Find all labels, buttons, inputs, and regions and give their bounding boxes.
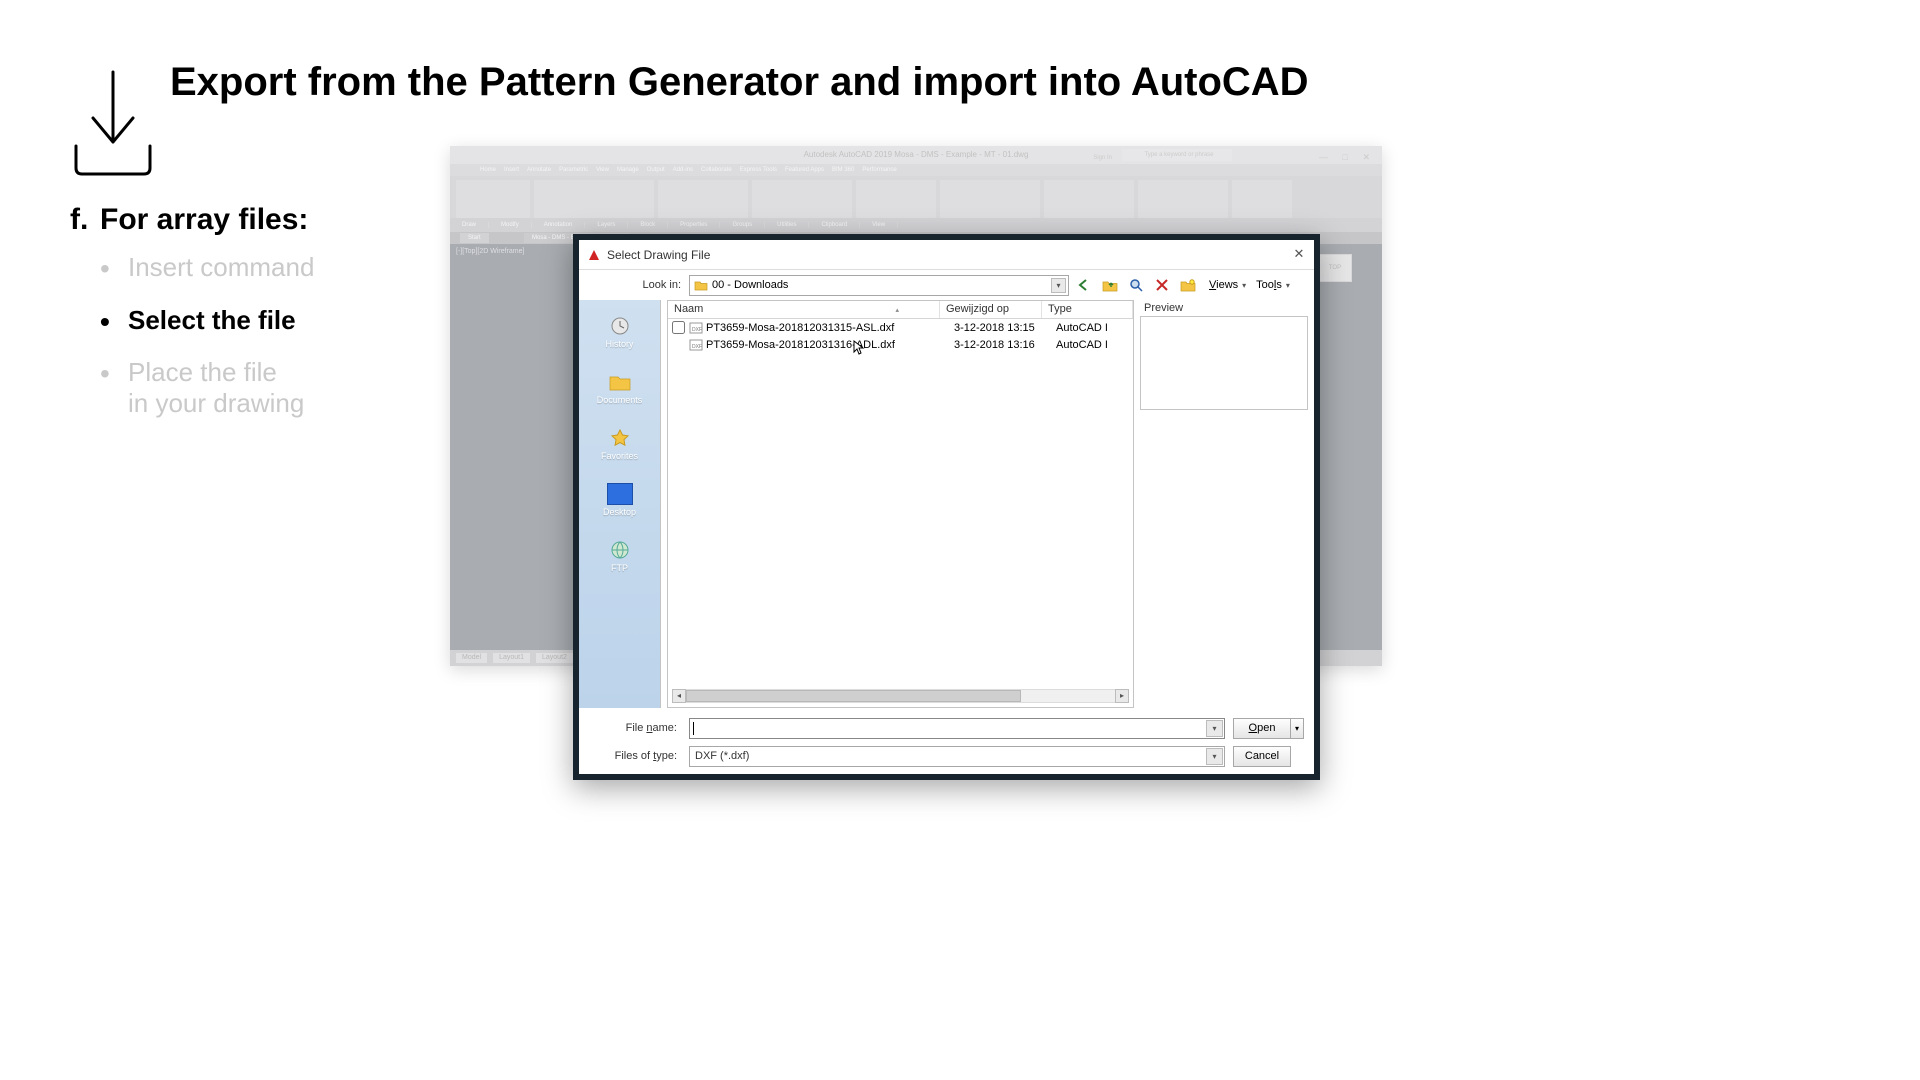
chevron-down-icon[interactable]: ▾ <box>1051 278 1066 293</box>
dialog-titlebar[interactable]: Select Drawing File ✕ <box>579 240 1314 270</box>
file-row[interactable]: DXF PT3659-Mosa-201812031315-ASL.dxf 3-1… <box>668 319 1133 336</box>
horizontal-scrollbar[interactable]: ◂ ▸ <box>672 689 1129 703</box>
tools-menu[interactable]: Tools <box>1256 279 1282 291</box>
scroll-track[interactable] <box>686 689 1115 703</box>
filename-label: File name: <box>589 722 685 734</box>
sort-asc-icon: ▴ <box>895 306 899 314</box>
places-documents[interactable]: Documents <box>584 362 656 414</box>
preview-box <box>1140 316 1308 410</box>
column-date[interactable]: Gewijzigd op <box>940 301 1042 318</box>
lookin-value: 00 - Downloads <box>712 279 788 291</box>
preview-label: Preview <box>1140 300 1308 316</box>
views-menu[interactable]: Views <box>1209 279 1238 291</box>
chevron-down-icon[interactable]: ▾ <box>1286 281 1290 290</box>
chevron-down-icon[interactable]: ▾ <box>1242 281 1246 290</box>
places-favorites[interactable]: Favorites <box>584 418 656 470</box>
autocad-ribbon-labels: DrawModifyAnnotationLayersBlockPropertie… <box>450 218 1382 232</box>
delete-button[interactable] <box>1151 275 1173 295</box>
filetype-label: Files of type: <box>589 750 685 762</box>
file-type: AutoCAD I <box>1056 339 1133 351</box>
places-ftp[interactable]: FTP <box>584 530 656 582</box>
dxf-file-icon: DXF <box>689 322 703 334</box>
dialog-title: Select Drawing File <box>607 248 710 262</box>
scroll-thumb[interactable] <box>686 690 1021 702</box>
preview-pane: Preview <box>1140 300 1308 708</box>
filetype-select[interactable]: DXF (*.dxf) ▾ <box>689 746 1225 767</box>
up-folder-button[interactable] <box>1099 275 1121 295</box>
file-name: PT3659-Mosa-201812031316-ADL.dxf <box>706 339 954 351</box>
column-type[interactable]: Type <box>1042 301 1133 318</box>
scroll-right-button[interactable]: ▸ <box>1115 689 1129 703</box>
autocad-titlebar: Autodesk AutoCAD 2019 Mosa - DMS - Examp… <box>450 146 1382 164</box>
new-folder-button[interactable] <box>1177 275 1199 295</box>
step-letter: f. <box>70 203 88 237</box>
page-title: Export from the Pattern Generator and im… <box>170 60 1309 105</box>
step-title: For array files: <box>100 203 308 237</box>
autocad-menubar[interactable]: HomeInsertAnnotateParametricViewManageOu… <box>450 164 1382 176</box>
view-cube[interactable]: TOP <box>1318 254 1352 282</box>
chevron-down-icon[interactable]: ▾ <box>1206 720 1223 737</box>
file-type: AutoCAD I <box>1056 322 1133 334</box>
close-button[interactable]: ✕ <box>1290 246 1308 264</box>
scroll-left-button[interactable]: ◂ <box>672 689 686 703</box>
file-date: 3-12-2018 13:15 <box>954 322 1056 334</box>
bullet-place-file: Place the file in your drawing <box>100 357 314 418</box>
filename-input[interactable]: ▾ <box>689 718 1225 739</box>
file-row[interactable]: DXF PT3659-Mosa-201812031316-ADL.dxf 3-1… <box>668 336 1133 353</box>
svg-text:DXF: DXF <box>692 344 702 350</box>
step-bullets: Insert command Select the file Place the… <box>100 252 314 441</box>
svg-text:DXF: DXF <box>692 327 702 333</box>
column-name[interactable]: Naam▴ <box>668 301 940 318</box>
lookin-combo[interactable]: 00 - Downloads ▾ <box>689 275 1069 296</box>
open-split-button[interactable]: ▾ <box>1290 718 1304 739</box>
file-name: PT3659-Mosa-201812031315-ASL.dxf <box>706 322 954 334</box>
lookin-label: Look in: <box>585 279 689 291</box>
dialog-bottom: File name: ▾ Open ▾ Files of type: DXF (… <box>579 708 1314 774</box>
select-drawing-file-dialog: Select Drawing File ✕ Look in: 00 - Down… <box>573 234 1320 780</box>
folder-icon <box>694 278 708 292</box>
file-list: DXF PT3659-Mosa-201812031315-ASL.dxf 3-1… <box>668 319 1133 353</box>
search-web-button[interactable] <box>1125 275 1147 295</box>
places-desktop[interactable]: Desktop <box>584 474 656 526</box>
back-button[interactable] <box>1073 275 1095 295</box>
download-icon <box>70 68 156 178</box>
bullet-insert-command: Insert command <box>100 252 314 283</box>
open-button[interactable]: Open <box>1233 718 1291 739</box>
file-date: 3-12-2018 13:16 <box>954 339 1056 351</box>
autocad-search[interactable]: Type a keyword or phrase <box>1122 149 1232 161</box>
file-list-header[interactable]: Naam▴ Gewijzigd op Type <box>668 301 1133 319</box>
autocad-logo-icon <box>587 248 601 262</box>
places-bar: History Documents Favorites Desktop FTP <box>579 300 661 708</box>
bullet-select-file: Select the file <box>100 305 314 336</box>
places-history[interactable]: History <box>584 306 656 358</box>
dxf-file-icon: DXF <box>689 339 703 351</box>
file-checkbox[interactable] <box>672 321 685 334</box>
chevron-down-icon[interactable]: ▾ <box>1206 748 1223 765</box>
dialog-toolbar: Look in: 00 - Downloads ▾ Views ▾ Tools ▾ <box>579 270 1314 300</box>
cancel-button[interactable]: Cancel <box>1233 746 1291 767</box>
file-list-area: Naam▴ Gewijzigd op Type DXF PT3659-Mosa-… <box>667 300 1134 708</box>
